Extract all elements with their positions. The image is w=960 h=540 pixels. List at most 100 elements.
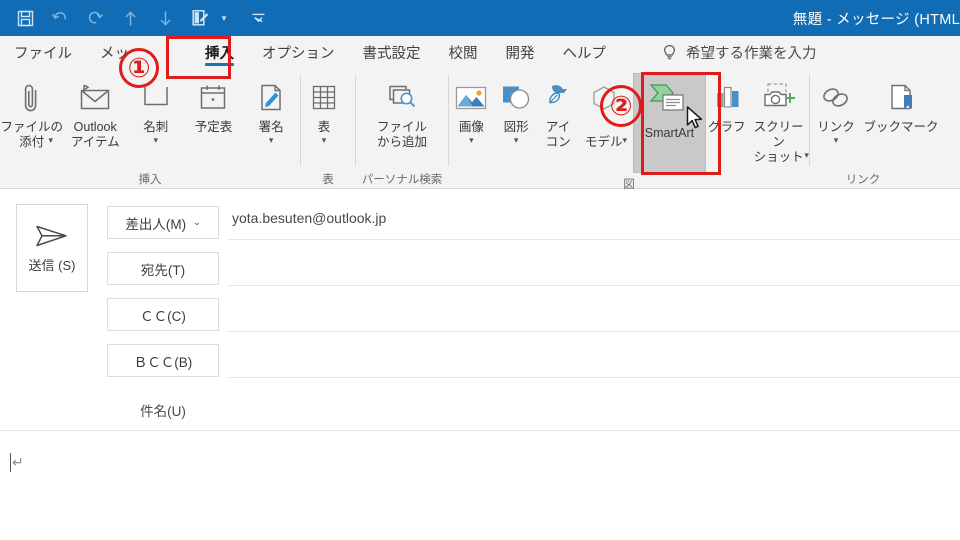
link-caret-icon[interactable]: ▾ (834, 136, 839, 145)
shapes-label: 図形 (503, 120, 529, 134)
calendar-button[interactable]: 予定表 (185, 74, 243, 158)
ribbon-group-insert-label: 挿入 (138, 173, 162, 186)
message-body[interactable]: ↵ (0, 431, 960, 540)
paperclip-icon (19, 79, 45, 117)
add-from-file-label: ファイル から追加 (376, 120, 427, 149)
file-search-icon (382, 79, 422, 117)
outlook-item-button[interactable]: Outlook アイテム (63, 74, 126, 158)
link-label: リンク (817, 120, 855, 134)
step-2-marker: ② (600, 85, 642, 127)
3d-model-label: モデル (584, 135, 623, 149)
signature-icon (254, 79, 288, 117)
3d-model-caret-icon[interactable]: ▾ (622, 135, 627, 146)
redo-icon[interactable] (82, 5, 108, 31)
table-caret-icon[interactable]: ▾ (322, 136, 327, 145)
save-icon[interactable] (12, 5, 38, 31)
lightbulb-icon (662, 44, 677, 62)
text-caret: ↵ (10, 453, 24, 472)
tab-file[interactable]: ファイル (0, 36, 86, 69)
icons-label: アイ コン (545, 120, 571, 149)
add-from-file-button[interactable]: ファイル から追加 (356, 74, 448, 158)
tab-format-text[interactable]: 書式設定 (349, 36, 435, 69)
subject-field-label: 件名(U) (140, 404, 186, 419)
signature-label: 署名 (258, 120, 284, 134)
cc-field-underline (228, 331, 960, 332)
ribbon-group-table: 表 ▾ 表 (301, 69, 355, 188)
smartart-button[interactable]: SmartArt (632, 73, 707, 173)
attach-file-label: ファイルの 添付 (0, 120, 63, 149)
tell-me-label: 希望する作業を入力 (686, 46, 817, 62)
attach-file-caret-icon[interactable]: ▾ (48, 135, 53, 146)
bookmark-button[interactable]: ブックマーク (862, 74, 940, 158)
chart-button[interactable]: グラフ (705, 74, 748, 158)
business-card-label: 名刺 (143, 120, 169, 134)
chevron-down-icon[interactable]: ⌄ (193, 217, 201, 228)
calendar-label: 予定表 (194, 120, 233, 134)
ribbon-group-table-label: 表 (322, 173, 334, 186)
pictures-caret-icon[interactable]: ▾ (469, 136, 474, 145)
to-field-button[interactable]: 宛先(T) (107, 252, 219, 285)
caret-bar (10, 453, 11, 472)
from-field-label: 差出人(M) (125, 216, 187, 232)
next-item-icon[interactable] (152, 5, 178, 31)
pictures-button[interactable]: 画像 ▾ (449, 74, 494, 158)
cc-field-button[interactable]: ＣＣ(C) (107, 298, 219, 331)
icons-icon (541, 79, 575, 117)
ribbon-group-insert: ファイルの 添付 ▾ Outlook アイテム 名刺 ▾ 予定表 署名 ▾ 挿入 (0, 69, 300, 188)
bcc-field-label: ＢＣＣ(B) (133, 354, 193, 370)
link-button[interactable]: リンク ▾ (810, 74, 862, 158)
compose-area: 送信 (S) 差出人(M) ⌄ yota.besuten@outlook.jp … (0, 190, 960, 540)
signature-button[interactable]: 署名 ▾ (242, 74, 300, 158)
touch-mode-caret-icon[interactable]: ▾ (218, 6, 230, 30)
pictures-label: 画像 (458, 120, 484, 134)
ribbon-group-links-label: リンク (845, 173, 881, 186)
undo-icon[interactable] (47, 5, 73, 31)
tab-help[interactable]: ヘルプ (549, 36, 621, 69)
from-field-underline (228, 239, 960, 240)
table-button[interactable]: 表 ▾ (301, 74, 347, 158)
send-button-label: 送信 (S) (28, 257, 76, 273)
tab-insert[interactable]: 挿入 (191, 36, 248, 69)
tab-developer[interactable]: 開発 (492, 36, 549, 69)
customize-qat-icon[interactable] (245, 5, 271, 31)
tab-options[interactable]: オプション (248, 36, 349, 69)
bookmark-icon (883, 79, 919, 117)
shapes-button[interactable]: 図形 ▾ (494, 74, 539, 158)
to-field-label: 宛先(T) (140, 262, 186, 278)
envelope-icon (75, 79, 115, 117)
from-field-value[interactable]: yota.besuten@outlook.jp (232, 210, 386, 226)
touch-mouse-mode-icon[interactable] (187, 5, 213, 31)
from-field-button[interactable]: 差出人(M) ⌄ (107, 206, 219, 239)
send-button[interactable]: 送信 (S) (16, 204, 88, 292)
smartart-label: SmartArt (644, 126, 695, 140)
screenshot-caret-icon[interactable]: ▾ (804, 150, 809, 161)
title-bar: ▾ 無題 - メッセージ (HTML (0, 0, 960, 36)
screenshot-label: スクリーン ショット (753, 120, 804, 164)
cc-field-label: ＣＣ(C) (140, 308, 186, 324)
tab-review[interactable]: 校閲 (435, 36, 492, 69)
table-label: 表 (317, 120, 331, 134)
screenshot-button[interactable]: スクリーン ショット ▾ (748, 74, 809, 176)
to-field-underline (228, 285, 960, 286)
ribbon-group-personal-search-label: パーソナル検索 (361, 173, 443, 186)
bookmark-label: ブックマーク (863, 120, 939, 134)
picture-icon (453, 79, 489, 117)
paragraph-mark: ↵ (12, 454, 24, 470)
tell-me-search[interactable]: 希望する作業を入力 (662, 36, 817, 69)
icons-button[interactable]: アイ コン (538, 74, 577, 158)
outlook-item-label: Outlook アイテム (70, 120, 120, 149)
link-icon (817, 79, 855, 117)
chart-label: グラフ (707, 120, 746, 134)
previous-item-icon[interactable] (117, 5, 143, 31)
chart-icon (710, 79, 744, 117)
quick-access-toolbar: ▾ (0, 5, 271, 31)
signature-caret-icon[interactable]: ▾ (269, 136, 274, 145)
calendar-icon (196, 79, 230, 117)
ribbon-group-links: リンク ▾ ブックマーク リンク (810, 69, 960, 188)
bcc-field-button[interactable]: ＢＣＣ(B) (107, 344, 219, 377)
business-card-caret-icon[interactable]: ▾ (154, 136, 159, 145)
attach-file-button[interactable]: ファイルの 添付 ▾ (0, 74, 63, 161)
shapes-caret-icon[interactable]: ▾ (514, 136, 519, 145)
ribbon-group-personal-search: ファイル から追加 パーソナル検索 (356, 69, 448, 188)
window-title: 無題 - メッセージ (HTML (792, 11, 960, 28)
